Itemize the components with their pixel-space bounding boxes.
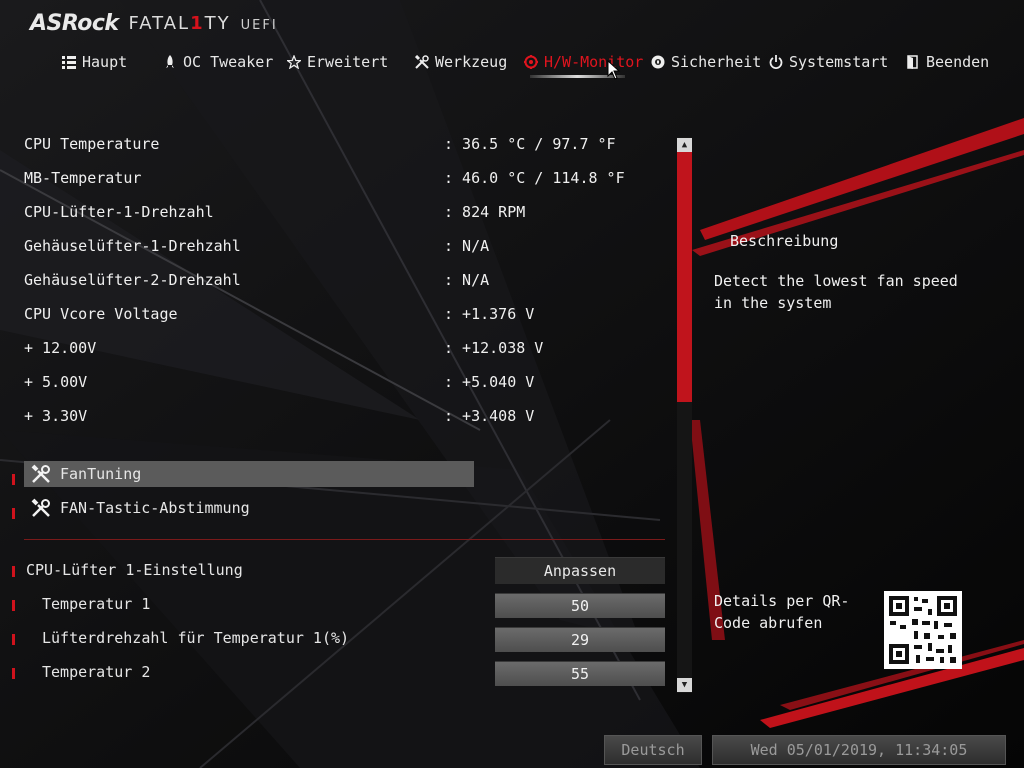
tab-hw-monitor[interactable]: H/W-Monitor [524, 48, 643, 76]
reading-label: Gehäuselüfter-1-Drehzahl [24, 237, 241, 255]
reading-row[interactable]: Gehäuselüfter-2-Drehzahl : N/A [24, 267, 489, 293]
tools-icon [415, 55, 429, 69]
fatality-logo-text: FATAL1TY [128, 12, 231, 34]
row-marker [12, 668, 15, 679]
reading-row[interactable]: + 12.00V : +12.038 V [24, 335, 543, 361]
monitor-gear-icon [524, 55, 538, 69]
asrock-logo-text: ASRock [30, 10, 119, 36]
scrollbar-thumb[interactable] [677, 152, 692, 402]
menu-item-fan-tastic[interactable]: FAN-Tastic-Abstimmung [24, 495, 250, 521]
setting-label: Temperatur 1 [42, 595, 151, 613]
uefi-label: UEFI [240, 17, 278, 33]
tab-erweitert[interactable]: Erweitert [287, 48, 388, 76]
scroll-up-arrow-icon[interactable]: ▲ [677, 138, 692, 152]
reading-value: : +1.376 V [444, 305, 535, 323]
tab-beenden[interactable]: Beenden [906, 48, 989, 76]
row-marker [12, 566, 15, 577]
description-text: Detect the lowest fan speed in the syste… [714, 272, 958, 312]
power-icon [769, 55, 783, 69]
reading-label: MB-Temperatur [24, 169, 142, 187]
reading-label: + 5.00V [24, 373, 88, 391]
datetime-display: Wed 05/01/2019, 11:34:05 [712, 735, 1006, 765]
tools-icon [31, 498, 50, 517]
reading-value: : +5.040 V [444, 373, 535, 391]
tab-haupt[interactable]: Haupt [62, 48, 127, 76]
reading-row[interactable]: MB-Temperatur : 46.0 °C / 114.8 °F [24, 165, 625, 191]
setting-value-field[interactable]: 55 [495, 661, 665, 686]
reading-value: : 46.0 °C / 114.8 °F [444, 169, 625, 187]
reading-label: CPU-Lüfter-1-Drehzahl [24, 203, 214, 221]
menu-item-fantuning[interactable]: FanTuning [24, 461, 474, 487]
tab-systemstart[interactable]: Systemstart [769, 48, 888, 76]
description-title: Beschreibung [730, 232, 839, 250]
reading-value: : +12.038 V [444, 339, 544, 357]
reading-value: : +3.408 V [444, 407, 535, 425]
row-marker [12, 474, 15, 485]
reading-label: CPU Temperature [24, 135, 160, 153]
setting-label: CPU-Lüfter 1-Einstellung [26, 561, 243, 579]
tab-sicherheit[interactable]: Sicherheit [651, 48, 761, 76]
scroll-down-arrow-icon[interactable]: ▼ [677, 678, 692, 692]
setting-row: CPU-Lüfter 1-Einstellung [26, 557, 243, 583]
reading-value: : 824 RPM [444, 203, 526, 221]
qr-code-image [884, 591, 962, 669]
reading-row[interactable]: Gehäuselüfter-1-Drehzahl : N/A [24, 233, 489, 259]
language-button[interactable]: Deutsch [604, 735, 702, 765]
rocket-icon [166, 55, 174, 68]
setting-row: Temperatur 2 [42, 659, 150, 685]
tab-oc-tweaker[interactable]: OC Tweaker [163, 48, 273, 76]
setting-row: Temperatur 1 [42, 591, 150, 617]
brand-logo: ASRock FATAL1TY UEFI [30, 10, 278, 36]
reading-label: + 12.00V [24, 339, 97, 357]
section-divider [24, 539, 665, 540]
reading-row[interactable]: CPU-Lüfter-1-Drehzahl : 824 RPM [24, 199, 525, 225]
reading-value: : N/A [444, 271, 490, 289]
mouse-cursor-icon [607, 60, 621, 80]
setting-row: Lüfterdrehzahl für Temperatur 1(%) [42, 625, 349, 651]
reading-label: CPU Vcore Voltage [24, 305, 178, 323]
reading-value: : N/A [444, 237, 490, 255]
reading-label: Gehäuselüfter-2-Drehzahl [24, 271, 241, 289]
row-marker [12, 508, 15, 519]
reading-row[interactable]: + 3.30V : +3.408 V [24, 403, 534, 429]
tab-werkzeug[interactable]: Werkzeug [415, 48, 507, 76]
reading-row[interactable]: CPU Vcore Voltage : +1.376 V [24, 301, 534, 327]
setting-value-dropdown[interactable]: Anpassen [495, 557, 665, 584]
row-marker [12, 600, 15, 611]
tools-icon [31, 464, 50, 483]
reading-row[interactable]: + 5.00V : +5.040 V [24, 369, 534, 395]
setting-value-field[interactable]: 50 [495, 593, 665, 618]
row-marker [12, 634, 15, 645]
qr-code-caption: Details per QR-Code abrufen [714, 592, 850, 632]
reading-row[interactable]: CPU Temperature : 36.5 °C / 97.7 °F [24, 131, 616, 157]
setting-value-field[interactable]: 29 [495, 627, 665, 652]
reading-label: + 3.30V [24, 407, 88, 425]
star-icon [287, 55, 301, 69]
setting-label: Lüfterdrehzahl für Temperatur 1(%) [42, 629, 350, 647]
setting-label: Temperatur 2 [42, 663, 151, 681]
exit-door-icon [907, 55, 918, 69]
shield-icon [651, 55, 665, 69]
reading-value: : 36.5 °C / 97.7 °F [444, 135, 616, 153]
list-icon [62, 56, 76, 69]
main-nav: Haupt OC Tweaker Erweitert Werkzeug H/W-… [0, 48, 1024, 78]
